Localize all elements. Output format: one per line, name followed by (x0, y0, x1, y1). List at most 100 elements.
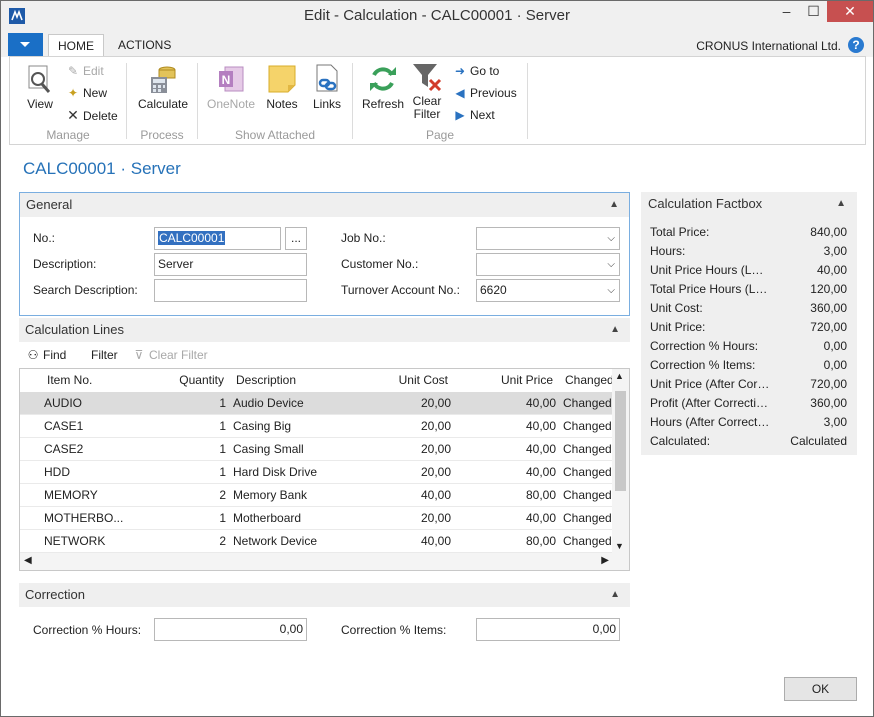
cell-description[interactable]: Network Device (233, 530, 353, 553)
turnover-account-select[interactable]: 6620 ⌵ (476, 279, 620, 302)
cell-changed[interactable]: Changed (563, 484, 613, 507)
col-description[interactable]: Description (236, 369, 296, 392)
application-menu-button[interactable] (8, 33, 43, 56)
cell-unit-price[interactable]: 40,00 (460, 507, 556, 530)
previous-button[interactable]: ◀ Previous (453, 83, 516, 103)
correction-items-field[interactable]: 0,00 (476, 618, 620, 641)
col-unit-cost[interactable]: Unit Cost (360, 369, 448, 392)
table-row[interactable]: CASE2 1 Casing Small 20,00 40,00 Changed (20, 438, 613, 461)
clear-filter-button[interactable]: Clear Filter (409, 61, 445, 121)
find-button[interactable]: ⚇ Find (26, 345, 67, 365)
factbox-value[interactable]: 720,00 (810, 318, 847, 337)
notes-button[interactable]: Notes (262, 61, 302, 111)
collapse-icon[interactable]: ▲ (836, 198, 846, 209)
cell-description[interactable]: Memory Bank (233, 484, 353, 507)
table-row[interactable]: MOTHERBO... 1 Motherboard 20,00 40,00 Changed (20, 507, 613, 530)
cell-quantity[interactable]: 1 (160, 461, 226, 484)
cell-unit-cost[interactable]: 20,00 (360, 415, 451, 438)
cell-description[interactable]: Hard Disk Drive (233, 461, 353, 484)
cell-item-no[interactable]: HDD (44, 461, 154, 484)
factbox-value[interactable]: 3,00 (824, 242, 847, 261)
cell-item-no[interactable]: CASE1 (44, 415, 154, 438)
cell-unit-price[interactable]: 40,00 (460, 438, 556, 461)
no-assist-button[interactable]: ... (285, 227, 307, 250)
lines-clear-filter-button[interactable]: ⊽ Clear Filter (132, 345, 208, 365)
general-header[interactable]: General ▲ (20, 193, 629, 217)
cell-unit-cost[interactable]: 20,00 (360, 438, 451, 461)
cell-item-no[interactable]: AUDIO (44, 392, 154, 415)
calculate-button[interactable]: Calculate (133, 61, 193, 111)
table-row[interactable]: AUDIO 1 Audio Device 20,00 40,00 Changed (20, 392, 613, 415)
cell-quantity[interactable]: 1 (160, 438, 226, 461)
edit-button[interactable]: ✎ Edit (66, 61, 104, 81)
cell-unit-cost[interactable]: 40,00 (360, 484, 451, 507)
col-unit-price[interactable]: Unit Price (460, 369, 553, 392)
correction-hours-field[interactable]: 0,00 (154, 618, 307, 641)
cell-changed[interactable]: Changed (563, 461, 613, 484)
minimize-button[interactable]: – (773, 1, 800, 22)
cell-quantity[interactable]: 1 (160, 415, 226, 438)
scroll-right-icon[interactable]: ▶ (601, 555, 609, 566)
close-button[interactable]: ✕ (827, 1, 873, 22)
factbox-value[interactable]: Calculated (790, 432, 847, 451)
cell-changed[interactable]: Changed (563, 530, 613, 553)
no-field[interactable]: CALC00001 (154, 227, 281, 250)
scroll-up-icon[interactable]: ▲ (615, 371, 624, 381)
cell-item-no[interactable]: MEMORY (44, 484, 154, 507)
factbox-value[interactable]: 840,00 (810, 223, 847, 242)
cell-quantity[interactable]: 2 (160, 530, 226, 553)
customer-no-select[interactable]: ⌵ (476, 253, 620, 276)
table-row[interactable]: MEMORY 2 Memory Bank 40,00 80,00 Changed (20, 484, 613, 507)
cell-unit-cost[interactable]: 20,00 (360, 507, 451, 530)
cell-changed[interactable]: Changed (563, 392, 613, 415)
view-button[interactable]: View (18, 61, 62, 111)
table-row[interactable]: NETWORK 2 Network Device 40,00 80,00 Changed (20, 530, 613, 553)
cell-quantity[interactable]: 1 (160, 392, 226, 415)
goto-button[interactable]: ➜ Go to (453, 61, 499, 81)
filter-button[interactable]: Filter (91, 345, 118, 365)
cell-description[interactable]: Motherboard (233, 507, 353, 530)
calculation-lines-header[interactable]: Calculation Lines ▲ (19, 318, 630, 342)
collapse-icon[interactable]: ▲ (610, 318, 620, 342)
factbox-value[interactable]: 360,00 (810, 394, 847, 413)
new-button[interactable]: ✦ New (66, 83, 107, 103)
col-quantity[interactable]: Quantity (160, 369, 224, 392)
next-button[interactable]: ▶ Next (453, 105, 494, 125)
collapse-icon[interactable]: ▲ (610, 583, 620, 607)
job-no-select[interactable]: ⌵ (476, 227, 620, 250)
search-description-field[interactable] (154, 279, 307, 302)
collapse-icon[interactable]: ▲ (609, 193, 619, 217)
factbox-value[interactable]: 360,00 (810, 299, 847, 318)
cell-description[interactable]: Casing Small (233, 438, 353, 461)
cell-unit-price[interactable]: 80,00 (460, 530, 556, 553)
cell-changed[interactable]: Changed (563, 507, 613, 530)
cell-item-no[interactable]: NETWORK (44, 530, 154, 553)
cell-unit-price[interactable]: 40,00 (460, 392, 556, 415)
description-field[interactable]: Server (154, 253, 307, 276)
cell-unit-price[interactable]: 40,00 (460, 415, 556, 438)
maximize-button[interactable]: ☐ (800, 1, 827, 22)
scroll-left-icon[interactable]: ◀ (24, 555, 32, 566)
factbox-value[interactable]: 720,00 (810, 375, 847, 394)
scroll-down-icon[interactable]: ▼ (615, 541, 624, 551)
factbox-value[interactable]: 0,00 (824, 337, 847, 356)
horizontal-scrollbar[interactable]: ◀ ▶ (20, 553, 629, 570)
cell-unit-cost[interactable]: 40,00 (360, 530, 451, 553)
table-row[interactable]: CASE1 1 Casing Big 20,00 40,00 Changed (20, 415, 613, 438)
links-button[interactable]: Links (308, 61, 346, 111)
tab-actions[interactable]: ACTIONS (109, 34, 180, 57)
cell-item-no[interactable]: CASE2 (44, 438, 154, 461)
cell-changed[interactable]: Changed (563, 438, 613, 461)
scroll-thumb[interactable] (615, 391, 626, 491)
delete-button[interactable]: ✕ Delete (66, 105, 118, 125)
factbox-value[interactable]: 40,00 (817, 261, 847, 280)
cell-unit-cost[interactable]: 20,00 (360, 392, 451, 415)
tab-home[interactable]: HOME (48, 34, 104, 57)
cell-description[interactable]: Casing Big (233, 415, 353, 438)
correction-header[interactable]: Correction ▲ (19, 583, 630, 607)
table-row[interactable]: HDD 1 Hard Disk Drive 20,00 40,00 Changed (20, 461, 613, 484)
cell-unit-cost[interactable]: 20,00 (360, 461, 451, 484)
help-icon[interactable]: ? (848, 37, 864, 53)
refresh-button[interactable]: Refresh (359, 61, 407, 111)
cell-description[interactable]: Audio Device (233, 392, 353, 415)
